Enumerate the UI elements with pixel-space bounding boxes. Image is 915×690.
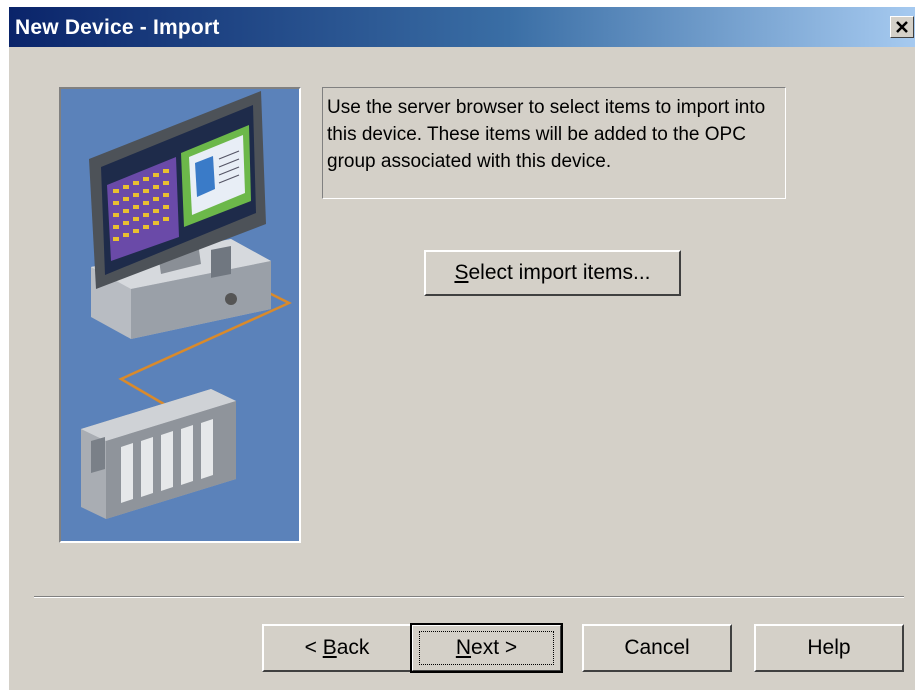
select-import-accel: S bbox=[454, 261, 469, 284]
wizard-illustration bbox=[59, 87, 301, 543]
focus-rectangle bbox=[419, 631, 554, 665]
title-bar: New Device - Import bbox=[9, 7, 915, 47]
description-box: Use the server browser to select items t… bbox=[322, 87, 786, 199]
description-text: Use the server browser to select items t… bbox=[327, 97, 766, 172]
back-label: ack bbox=[336, 636, 370, 659]
cancel-label: Cancel bbox=[624, 636, 690, 659]
back-prefix: < bbox=[304, 636, 323, 659]
next-button[interactable]: Next > bbox=[410, 623, 563, 673]
back-accel: B bbox=[322, 636, 337, 659]
computer-plc-network-icon bbox=[61, 89, 299, 541]
select-import-items-button[interactable]: Select import items... bbox=[424, 250, 681, 296]
back-button[interactable]: < Back bbox=[262, 624, 412, 672]
help-label: Help bbox=[807, 636, 851, 659]
new-device-import-dialog: New Device - Import Use the server brows… bbox=[8, 6, 915, 690]
close-button[interactable] bbox=[890, 16, 914, 38]
cancel-button[interactable]: Cancel bbox=[582, 624, 732, 672]
window-title: New Device - Import bbox=[15, 16, 220, 39]
separator-line bbox=[34, 596, 904, 598]
close-icon bbox=[896, 21, 908, 33]
help-button[interactable]: Help bbox=[754, 624, 904, 672]
select-import-label: elect import items... bbox=[468, 261, 651, 284]
